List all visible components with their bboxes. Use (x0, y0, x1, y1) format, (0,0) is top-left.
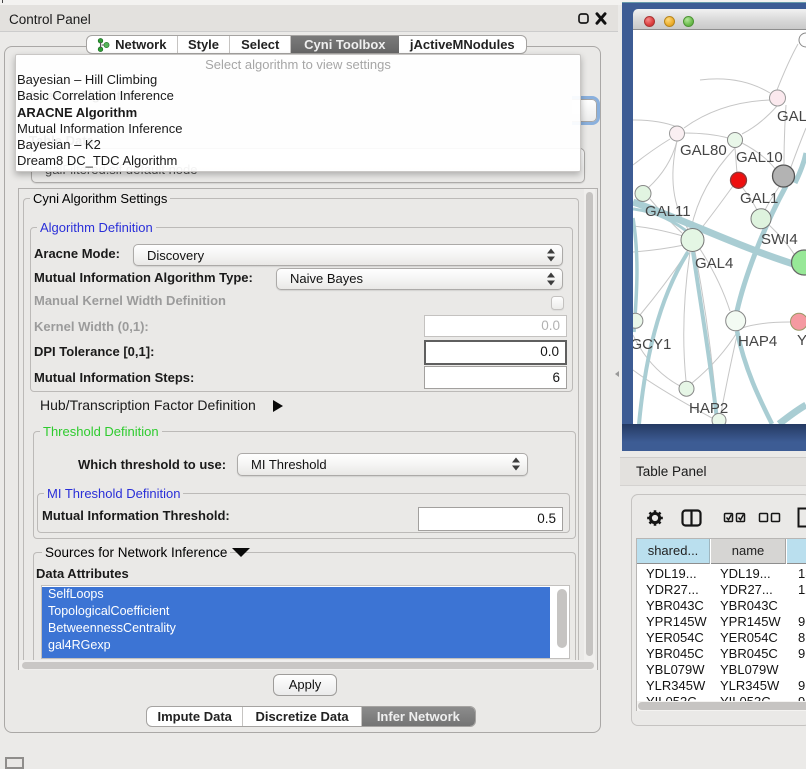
svg-text:GCY1: GCY1 (633, 336, 671, 353)
svg-text:GAL10: GAL10 (736, 149, 783, 166)
svg-text:GAL7: GAL7 (777, 108, 806, 125)
svg-text:SWI4: SWI4 (761, 231, 798, 248)
svg-text:GAL80: GAL80 (680, 142, 727, 159)
svg-text:HAP2: HAP2 (689, 400, 728, 417)
svg-text:GAL1: GAL1 (740, 190, 778, 207)
svg-text:GAL11: GAL11 (645, 203, 691, 220)
svg-text:YD: YD (797, 332, 806, 349)
svg-text:GAL4: GAL4 (695, 255, 733, 272)
svg-text:HAP4: HAP4 (738, 333, 777, 350)
